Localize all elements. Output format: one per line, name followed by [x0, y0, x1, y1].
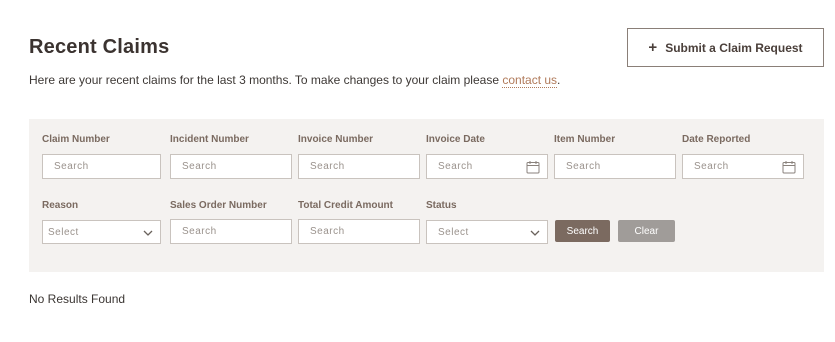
invoice-number-label: Invoice Number — [298, 134, 374, 145]
reason-selected-value: Select — [48, 226, 79, 238]
page-subtitle: Here are your recent claims for the last… — [29, 73, 561, 88]
chevron-down-icon — [143, 229, 153, 240]
incident-number-input[interactable]: Search — [170, 154, 292, 179]
plus-icon: + — [648, 39, 658, 56]
item-number-input[interactable]: Search — [554, 154, 676, 179]
reason-label: Reason — [42, 200, 79, 211]
reason-select[interactable]: Select — [42, 220, 161, 244]
sales-order-number-input[interactable]: Search — [170, 219, 292, 244]
subtitle-suffix: . — [557, 73, 561, 87]
page-title: Recent Claims — [29, 36, 170, 58]
claim-number-label: Claim Number — [42, 134, 110, 145]
item-number-label: Item Number — [554, 134, 616, 145]
date-reported-label: Date Reported — [682, 134, 751, 145]
submit-claim-request-label: Submit a Claim Request — [665, 40, 803, 55]
claim-number-input[interactable]: Search — [42, 154, 161, 179]
submit-claim-request-button[interactable]: + Submit a Claim Request — [627, 28, 824, 67]
chevron-down-icon — [530, 229, 540, 240]
invoice-date-input[interactable]: Search — [426, 154, 548, 179]
search-button[interactable]: Search — [555, 220, 610, 242]
invoice-number-input[interactable]: Search — [298, 154, 420, 179]
no-results-message: No Results Found — [29, 292, 126, 306]
status-select[interactable]: Select — [426, 220, 548, 244]
clear-button[interactable]: Clear — [618, 220, 675, 242]
status-selected-value: Select — [438, 226, 469, 238]
date-reported-input[interactable]: Search — [682, 154, 804, 179]
total-credit-amount-input[interactable]: Search — [298, 219, 420, 244]
contact-us-link[interactable]: contact us — [502, 73, 558, 88]
calendar-icon[interactable] — [526, 160, 540, 177]
invoice-date-placeholder: Search — [438, 161, 473, 172]
calendar-icon[interactable] — [782, 160, 796, 177]
total-credit-amount-label: Total Credit Amount — [298, 200, 393, 211]
sales-order-number-label: Sales Order Number — [170, 200, 267, 211]
status-label: Status — [426, 200, 457, 211]
date-reported-placeholder: Search — [694, 161, 729, 172]
filter-panel: Claim Number Search Incident Number Sear… — [29, 119, 824, 272]
incident-number-label: Incident Number — [170, 134, 249, 145]
subtitle-text: Here are your recent claims for the last… — [29, 73, 503, 87]
invoice-date-label: Invoice Date — [426, 134, 485, 145]
